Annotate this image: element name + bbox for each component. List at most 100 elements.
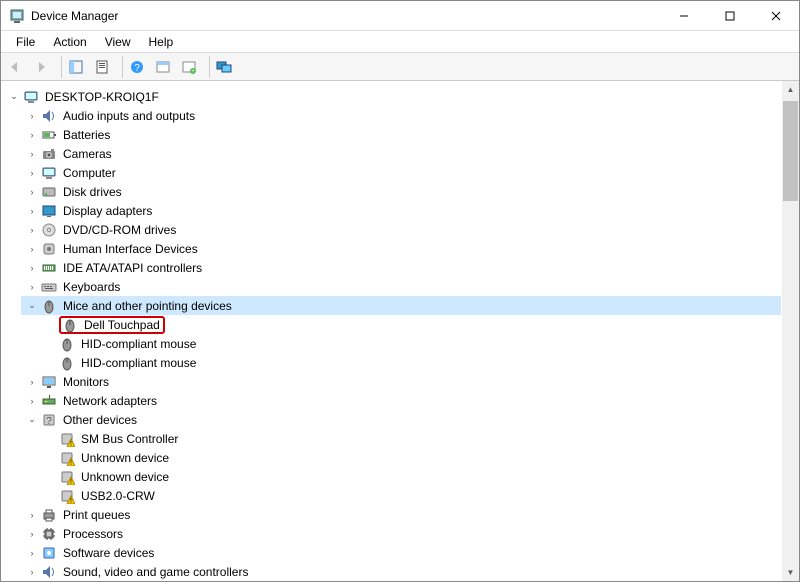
menubar: File Action View Help — [1, 31, 799, 53]
action-button-1[interactable] — [153, 56, 177, 78]
expander[interactable]: › — [25, 546, 39, 560]
tree-device[interactable]: HID-compliant mouse — [39, 353, 781, 372]
tree-category[interactable]: ⌄ Mice and other pointing devices — [21, 296, 781, 315]
tree-category[interactable]: › Network adapters — [21, 391, 781, 410]
tree-category[interactable]: › DVD/CD-ROM drives — [21, 220, 781, 239]
warn-icon — [59, 431, 75, 447]
other-icon — [41, 412, 57, 428]
warn-icon — [59, 469, 75, 485]
expander[interactable]: ⌄ — [25, 413, 39, 427]
expander[interactable]: › — [25, 223, 39, 237]
scroll-up-arrow[interactable]: ▲ — [782, 81, 799, 98]
tree-category[interactable]: › Human Interface Devices — [21, 239, 781, 258]
expander[interactable]: › — [25, 242, 39, 256]
expander[interactable]: › — [25, 375, 39, 389]
tree-category-label: Sound, video and game controllers — [61, 565, 250, 579]
menu-view[interactable]: View — [96, 33, 140, 51]
network-icon — [41, 393, 57, 409]
show-hide-tree-button[interactable] — [66, 56, 90, 78]
tree-category[interactable]: › Processors — [21, 524, 781, 543]
mouse-icon — [59, 336, 75, 352]
tree-category-label: Processors — [61, 527, 125, 541]
tree-category-label: Cameras — [61, 147, 114, 161]
tree-category[interactable]: › Keyboards — [21, 277, 781, 296]
tree-category[interactable]: › Audio inputs and outputs — [21, 106, 781, 125]
tree-device-label: Dell Touchpad — [82, 318, 162, 332]
warn-icon — [59, 450, 75, 466]
expander[interactable]: › — [25, 280, 39, 294]
scan-hardware-button[interactable] — [214, 56, 238, 78]
maximize-button[interactable] — [707, 1, 753, 31]
device-manager-window: Device Manager File Action View Help ⌄ D — [0, 0, 800, 582]
expander[interactable]: › — [25, 508, 39, 522]
content-area: ⌄ DESKTOP-KROIQ1F › Audio inputs and out… — [1, 81, 799, 581]
tree-category[interactable]: › IDE ATA/ATAPI controllers — [21, 258, 781, 277]
menu-help[interactable]: Help — [140, 33, 183, 51]
tree-category-label: IDE ATA/ATAPI controllers — [61, 261, 204, 275]
tree-root-node[interactable]: ⌄ DESKTOP-KROIQ1F — [3, 87, 781, 106]
menu-action[interactable]: Action — [44, 33, 95, 51]
expander[interactable]: ⌄ — [7, 90, 21, 104]
tree-category[interactable]: › Cameras — [21, 144, 781, 163]
expander[interactable]: › — [25, 261, 39, 275]
scrollbar-thumb[interactable] — [783, 101, 798, 201]
action-button-2[interactable] — [179, 56, 203, 78]
properties-button[interactable] — [92, 56, 116, 78]
toolbar-separator — [209, 56, 210, 78]
tree-category[interactable]: › Computer — [21, 163, 781, 182]
tree-category-label: Software devices — [61, 546, 156, 560]
minimize-button[interactable] — [661, 1, 707, 31]
tree-category[interactable]: › Disk drives — [21, 182, 781, 201]
mouse-icon — [62, 317, 78, 333]
app-icon — [9, 8, 25, 24]
expander[interactable]: › — [25, 204, 39, 218]
keyboard-icon — [41, 279, 57, 295]
expander[interactable]: › — [25, 147, 39, 161]
tree-device-label: SM Bus Controller — [79, 432, 180, 446]
dvd-icon — [41, 222, 57, 238]
tree-device[interactable]: Unknown device — [39, 448, 781, 467]
expander[interactable]: › — [25, 128, 39, 142]
ide-icon — [41, 260, 57, 276]
tree-device[interactable]: SM Bus Controller — [39, 429, 781, 448]
highlighted-device: Dell Touchpad — [59, 316, 165, 334]
tree-device[interactable]: Unknown device — [39, 467, 781, 486]
expander[interactable]: › — [25, 166, 39, 180]
tree-category-label: Disk drives — [61, 185, 124, 199]
properties-icon — [94, 59, 110, 75]
toolbar-separator — [61, 56, 62, 78]
tree-category-label: Batteries — [61, 128, 112, 142]
expander[interactable]: › — [25, 527, 39, 541]
help-icon — [129, 59, 145, 75]
expander[interactable]: › — [25, 394, 39, 408]
tree-device-label: USB2.0-CRW — [79, 489, 157, 503]
tree-device[interactable]: USB2.0-CRW — [39, 486, 781, 505]
forward-button[interactable] — [31, 56, 55, 78]
expander[interactable]: › — [25, 565, 39, 579]
tree-category[interactable]: › Software devices — [21, 543, 781, 562]
toolbar — [1, 53, 799, 81]
device-tree[interactable]: ⌄ DESKTOP-KROIQ1F › Audio inputs and out… — [1, 83, 781, 581]
back-button[interactable] — [5, 56, 29, 78]
menu-file[interactable]: File — [7, 33, 44, 51]
titlebar: Device Manager — [1, 1, 799, 31]
close-button[interactable] — [753, 1, 799, 31]
tree-category[interactable]: › Print queues — [21, 505, 781, 524]
scroll-down-arrow[interactable]: ▼ — [782, 564, 799, 581]
tree-category-label: Mice and other pointing devices — [61, 299, 234, 313]
toolbar-separator — [122, 56, 123, 78]
tree-category[interactable]: ⌄ Other devices — [21, 410, 781, 429]
tree-category[interactable]: › Batteries — [21, 125, 781, 144]
vertical-scrollbar[interactable]: ▲ ▼ — [782, 81, 799, 581]
help-button[interactable] — [127, 56, 151, 78]
tree-category[interactable]: › Display adapters — [21, 201, 781, 220]
camera-icon — [41, 146, 57, 162]
expander[interactable]: › — [25, 185, 39, 199]
tree-device[interactable]: HID-compliant mouse — [39, 334, 781, 353]
expander[interactable]: › — [25, 109, 39, 123]
tree-device[interactable]: Dell Touchpad — [39, 315, 781, 334]
expander[interactable]: ⌄ — [25, 299, 39, 313]
processor-icon — [41, 526, 57, 542]
tree-category[interactable]: › Monitors — [21, 372, 781, 391]
tree-category[interactable]: › Sound, video and game controllers — [21, 562, 781, 581]
